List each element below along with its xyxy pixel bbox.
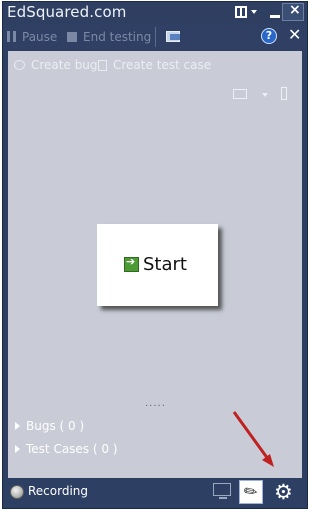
toolbar-separator [155, 27, 156, 47]
camera-icon[interactable] [233, 89, 247, 99]
layout-icon[interactable] [235, 4, 261, 21]
bug-icon [14, 60, 25, 70]
recording-label: Recording [28, 484, 89, 498]
pin-icon[interactable] [281, 87, 287, 100]
expand-triangle-icon [15, 422, 20, 430]
close-window-button[interactable]: × [282, 2, 304, 21]
start-arrow-icon [124, 255, 139, 272]
title-bar: EdSquared.com × [3, 2, 307, 24]
attachment-button[interactable]: ✎ [239, 480, 263, 504]
start-button[interactable]: Start [97, 224, 218, 306]
help-icon[interactable]: ? [261, 28, 277, 44]
pause-label: Pause [22, 30, 58, 44]
main-panel: Create bug Create test case Start ····· … [8, 51, 302, 478]
chevron-down-icon[interactable] [262, 93, 268, 97]
end-testing-label: End testing [83, 30, 152, 44]
bugs-section[interactable]: Bugs ( 0 ) [15, 419, 84, 433]
folder-icon[interactable] [166, 29, 182, 43]
window-title: EdSquared.com [7, 3, 127, 21]
test-case-icon [98, 60, 107, 71]
bugs-label: Bugs ( 0 ) [26, 419, 85, 433]
minimize-icon[interactable] [267, 4, 283, 21]
test-cases-section[interactable]: Test Cases ( 0 ) [15, 442, 118, 456]
gear-icon[interactable]: ⚙ [274, 482, 293, 503]
splitter-handle[interactable]: ····· [145, 401, 166, 412]
expand-triangle-icon [15, 445, 20, 453]
create-test-case-button[interactable]: Create test case [98, 58, 211, 72]
create-bug-label: Create bug [31, 58, 98, 72]
create-test-case-label: Create test case [113, 58, 212, 72]
start-label: Start [143, 254, 187, 275]
status-bar: Recording ✎ ⚙ [3, 478, 307, 508]
test-runner-window: EdSquared.com × Pause End testing ? ✕ Cr… [2, 1, 308, 509]
create-bug-button[interactable]: Create bug [14, 58, 98, 72]
end-testing-button[interactable]: End testing [67, 28, 151, 46]
close-icon[interactable]: ✕ [288, 25, 301, 44]
test-cases-label: Test Cases ( 0 ) [26, 442, 118, 456]
toolbar: Pause End testing ? ✕ [3, 24, 307, 50]
recording-indicator [10, 485, 24, 499]
attachment-icon: ✎ [239, 479, 262, 504]
close-icon: × [289, 2, 301, 18]
stop-icon [67, 32, 77, 42]
monitor-icon[interactable] [213, 483, 231, 499]
pause-icon [7, 31, 16, 42]
pause-button[interactable]: Pause [7, 28, 57, 46]
